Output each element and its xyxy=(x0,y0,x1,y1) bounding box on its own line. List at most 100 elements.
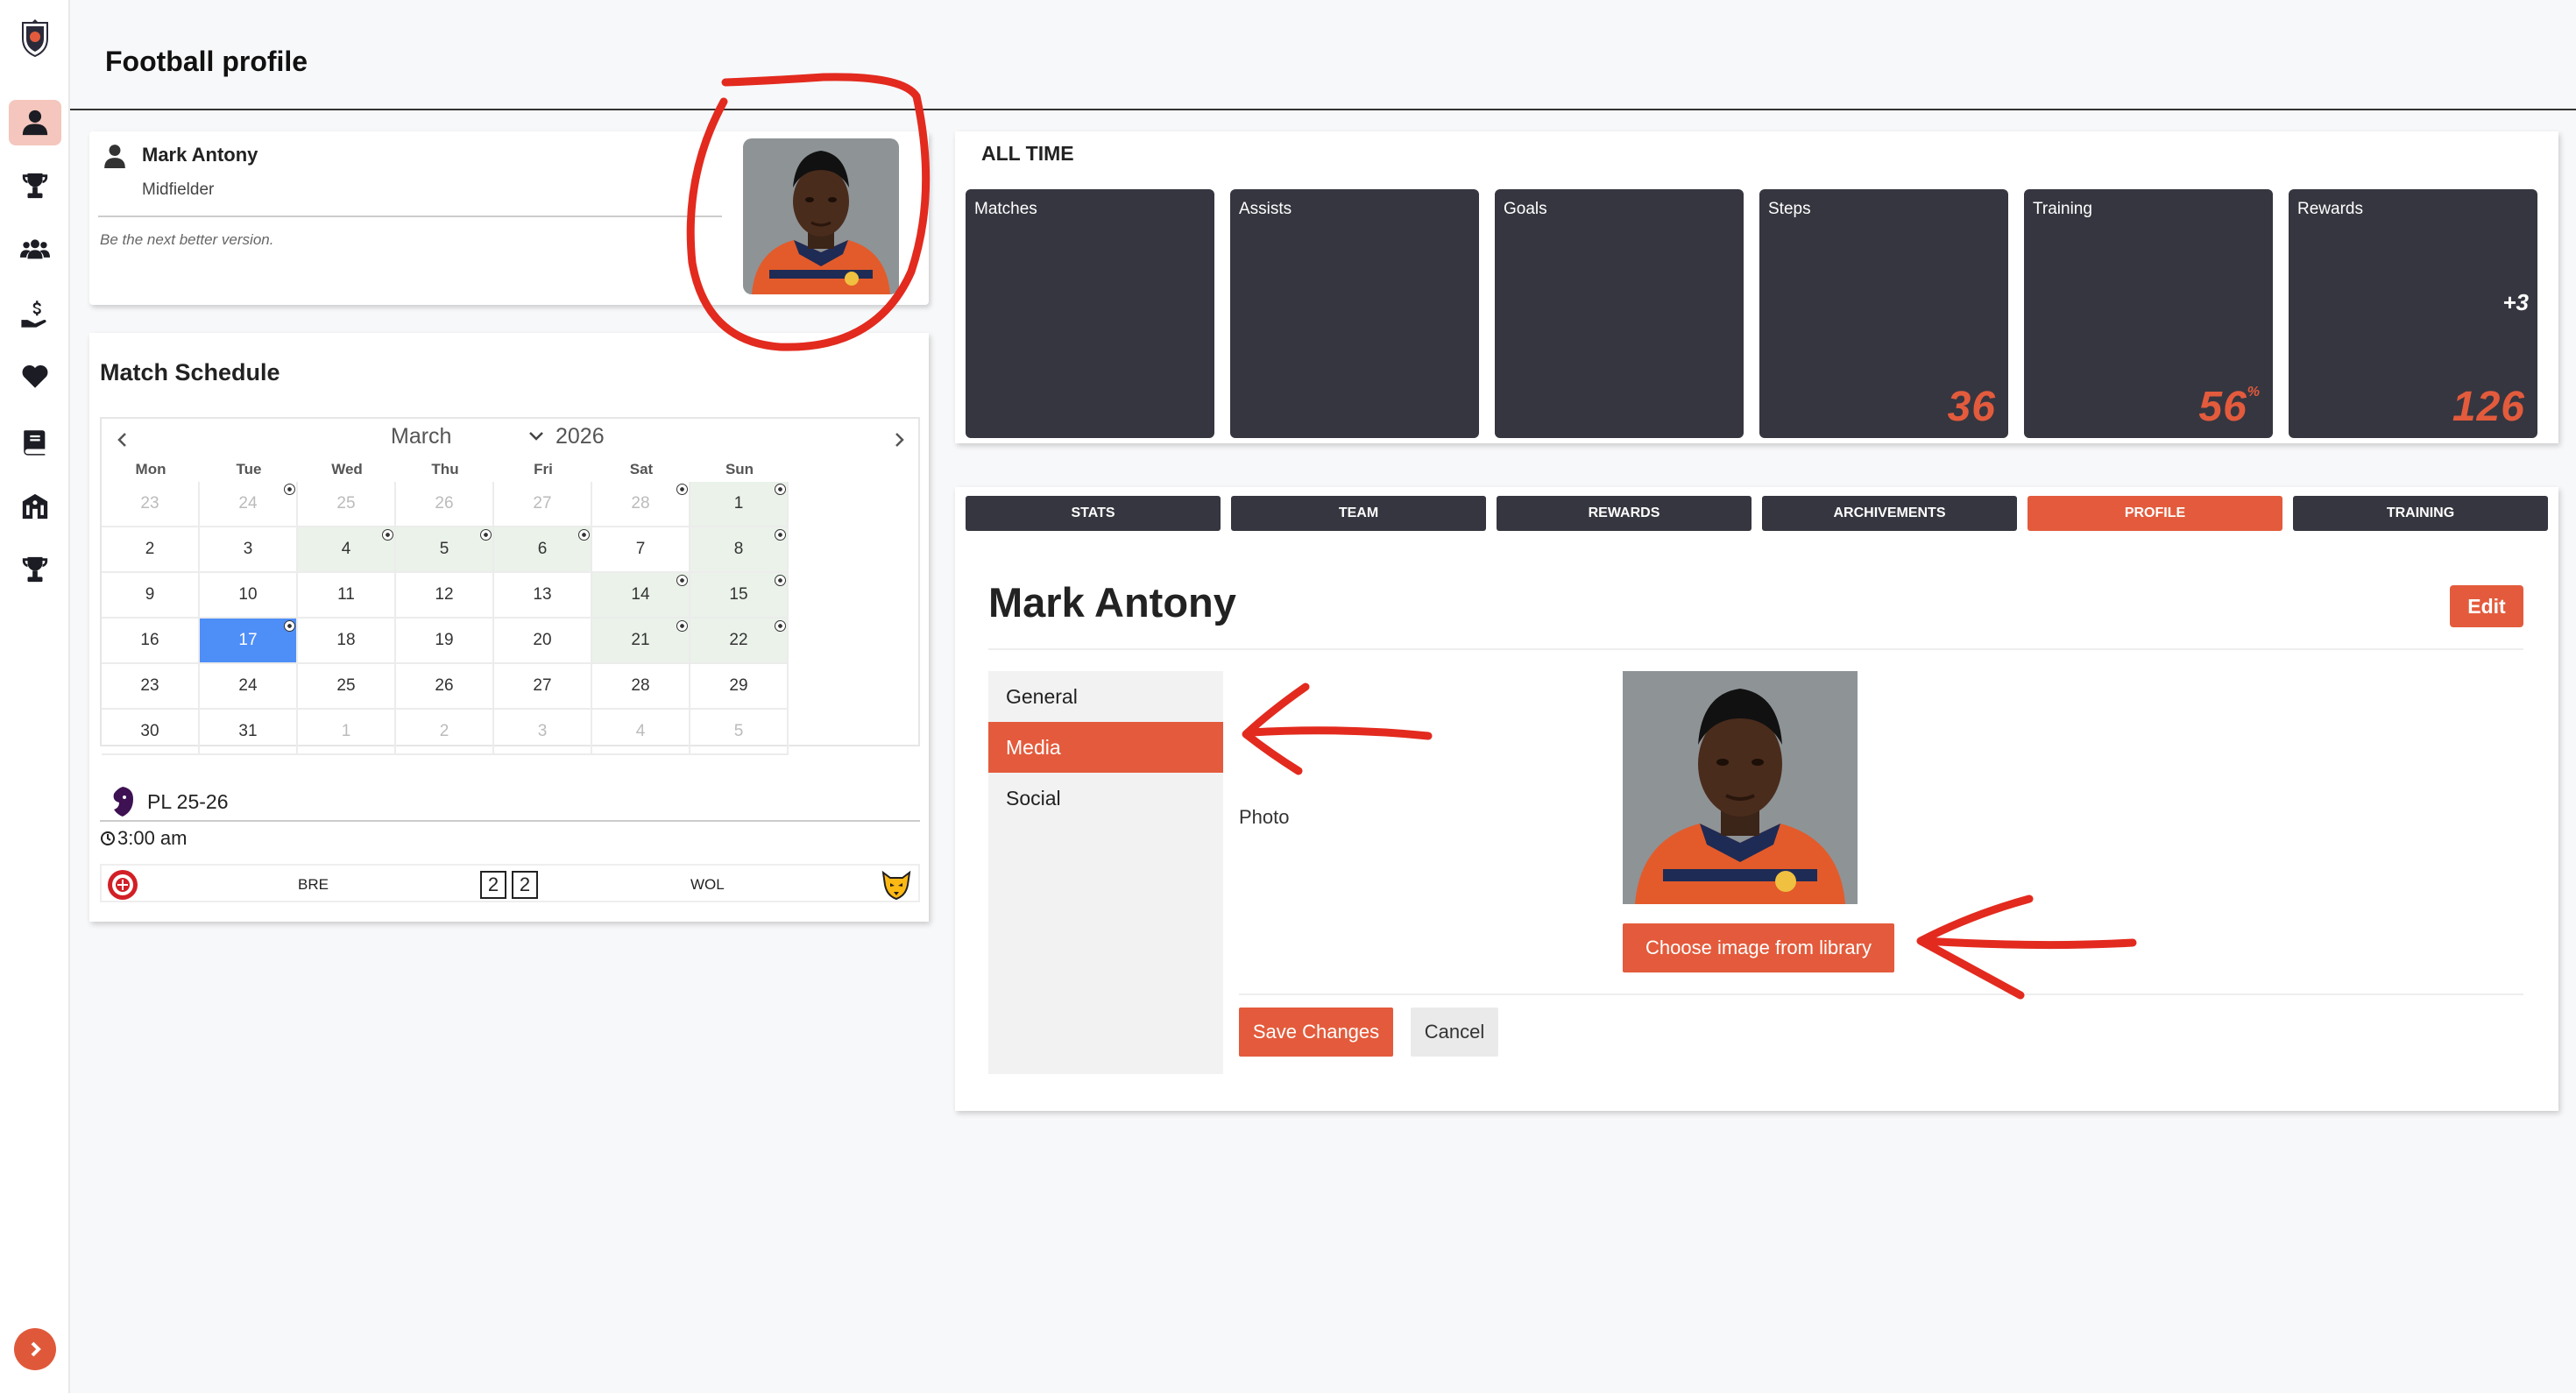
calendar-day[interactable]: 11 xyxy=(298,573,396,619)
calendar-year[interactable]: 2026 xyxy=(556,424,605,449)
tab-rewards[interactable]: REWARDS xyxy=(1497,496,1752,531)
tab-stats[interactable]: STATS xyxy=(966,496,1221,531)
calendar-day[interactable]: 19 xyxy=(396,619,494,664)
user-icon xyxy=(104,145,125,168)
calendar-day[interactable]: 24 xyxy=(200,664,298,710)
tab-bar: STATS TEAM REWARDS ARCHIVEMENTS PROFILE TRAIN… xyxy=(966,496,2548,531)
calendar-day-selected[interactable]: 17 xyxy=(200,619,298,664)
player-motto: Be the next better version. xyxy=(100,231,274,248)
sidebar-item-trophies[interactable] xyxy=(9,163,61,209)
calendar-day-number: 11 xyxy=(337,585,355,604)
calendar-day[interactable]: 16 xyxy=(102,619,200,664)
calendar-day[interactable]: 10 xyxy=(200,573,298,619)
calendar-day[interactable]: 3 xyxy=(200,527,298,573)
calendar-day-number: 14 xyxy=(631,585,650,604)
calendar-day[interactable]: 26 xyxy=(396,482,494,527)
stat-tile-rewards[interactable]: Rewards 126 +3 xyxy=(2289,189,2537,438)
calendar-day[interactable]: 1 xyxy=(690,482,789,527)
calendar: March 2026 Mon Tue Wed Thu Fri Sat Sun 23 24 25 2… xyxy=(100,417,920,755)
sidebar-item-donations[interactable] xyxy=(9,291,61,336)
sidebar-item-library[interactable] xyxy=(9,419,61,464)
calendar-day-number: 30 xyxy=(140,722,159,740)
calendar-day[interactable]: 28 xyxy=(592,482,690,527)
stat-tile-matches[interactable]: Matches xyxy=(966,189,1214,438)
away-team: WOL xyxy=(690,876,725,893)
calendar-day[interactable]: 21 xyxy=(592,619,690,664)
calendar-day[interactable]: 30 xyxy=(102,710,200,755)
stat-label: Goals xyxy=(1504,200,1547,218)
calendar-month[interactable]: March xyxy=(391,424,451,449)
divider xyxy=(1239,993,2523,995)
sidebar-item-profile[interactable] xyxy=(9,100,61,145)
calendar-day[interactable]: 12 xyxy=(396,573,494,619)
calendar-day[interactable]: 27 xyxy=(494,664,592,710)
stat-label: Rewards xyxy=(2297,200,2363,218)
tab-profile[interactable]: PROFILE xyxy=(2028,496,2282,531)
sidebar-item-favorites[interactable] xyxy=(9,354,61,400)
calendar-day[interactable]: 23 xyxy=(102,664,200,710)
subnav-item-general[interactable]: General xyxy=(988,671,1223,722)
stat-tile-training[interactable]: Training 56% xyxy=(2024,189,2273,438)
calendar-day[interactable]: 5 xyxy=(690,710,789,755)
chevron-right-icon xyxy=(895,433,904,447)
cancel-button[interactable]: Cancel xyxy=(1411,1008,1498,1057)
sidebar-item-team[interactable] xyxy=(9,226,61,272)
calendar-day-number: 26 xyxy=(435,676,454,695)
stat-value-number: 56 xyxy=(2198,384,2247,430)
choose-image-button[interactable]: Choose image from library xyxy=(1623,923,1894,972)
calendar-day[interactable]: 1 xyxy=(298,710,396,755)
chevron-down-icon[interactable] xyxy=(527,428,545,445)
calendar-day[interactable]: 13 xyxy=(494,573,592,619)
calendar-day-number: 13 xyxy=(533,585,552,604)
subnav-item-media[interactable]: Media xyxy=(988,722,1223,773)
calendar-day[interactable]: 2 xyxy=(102,527,200,573)
calendar-day[interactable]: 28 xyxy=(592,664,690,710)
stat-label: Assists xyxy=(1239,200,1292,218)
calendar-day[interactable]: 6 xyxy=(494,527,592,573)
club-logo-icon[interactable] xyxy=(18,19,53,58)
calendar-day[interactable]: 8 xyxy=(690,527,789,573)
calendar-day[interactable]: 14 xyxy=(592,573,690,619)
edit-button[interactable]: Edit xyxy=(2450,585,2523,627)
tab-team[interactable]: TEAM xyxy=(1231,496,1486,531)
calendar-day[interactable]: 7 xyxy=(592,527,690,573)
calendar-day[interactable]: 3 xyxy=(494,710,592,755)
save-changes-button[interactable]: Save Changes xyxy=(1239,1008,1393,1057)
subnav-item-social[interactable]: Social xyxy=(988,773,1223,824)
calendar-day-number: 2 xyxy=(439,722,449,740)
calendar-day[interactable]: 31 xyxy=(200,710,298,755)
calendar-day[interactable]: 5 xyxy=(396,527,494,573)
sidebar-item-cups[interactable] xyxy=(9,547,61,592)
calendar-day[interactable]: 25 xyxy=(298,482,396,527)
calendar-day[interactable]: 20 xyxy=(494,619,592,664)
calendar-day[interactable]: 22 xyxy=(690,619,789,664)
calendar-day[interactable]: 4 xyxy=(298,527,396,573)
calendar-day[interactable]: 2 xyxy=(396,710,494,755)
tab-training[interactable]: TRAINING xyxy=(2293,496,2548,531)
match-time: 3:00 am xyxy=(100,827,188,850)
league-row[interactable]: PL 25-26 xyxy=(100,781,920,822)
calendar-day[interactable]: 26 xyxy=(396,664,494,710)
calendar-day[interactable]: 24 xyxy=(200,482,298,527)
calendar-day[interactable]: 15 xyxy=(690,573,789,619)
sidebar-item-academy[interactable] xyxy=(9,484,61,529)
match-row[interactable]: BRE 2 2 WOL xyxy=(100,864,920,902)
calendar-day[interactable]: 23 xyxy=(102,482,200,527)
calendar-day[interactable]: 29 xyxy=(690,664,789,710)
stat-tile-steps[interactable]: Steps 36 xyxy=(1759,189,2008,438)
stat-bonus: +3 xyxy=(2502,289,2529,315)
stat-tile-goals[interactable]: Goals xyxy=(1495,189,1744,438)
stat-tile-assists[interactable]: Assists xyxy=(1230,189,1479,438)
calendar-day[interactable]: 9 xyxy=(102,573,200,619)
calendar-day-number: 28 xyxy=(631,676,650,695)
previous-month-button[interactable] xyxy=(114,431,131,449)
calendar-day[interactable]: 4 xyxy=(592,710,690,755)
calendar-day-number: 10 xyxy=(238,585,258,604)
sidebar-expand-button[interactable] xyxy=(14,1328,56,1370)
next-month-button[interactable] xyxy=(890,431,908,449)
tab-archivements[interactable]: ARCHIVEMENTS xyxy=(1762,496,2017,531)
divider xyxy=(988,648,2523,650)
calendar-day[interactable]: 18 xyxy=(298,619,396,664)
calendar-day[interactable]: 27 xyxy=(494,482,592,527)
calendar-day[interactable]: 25 xyxy=(298,664,396,710)
